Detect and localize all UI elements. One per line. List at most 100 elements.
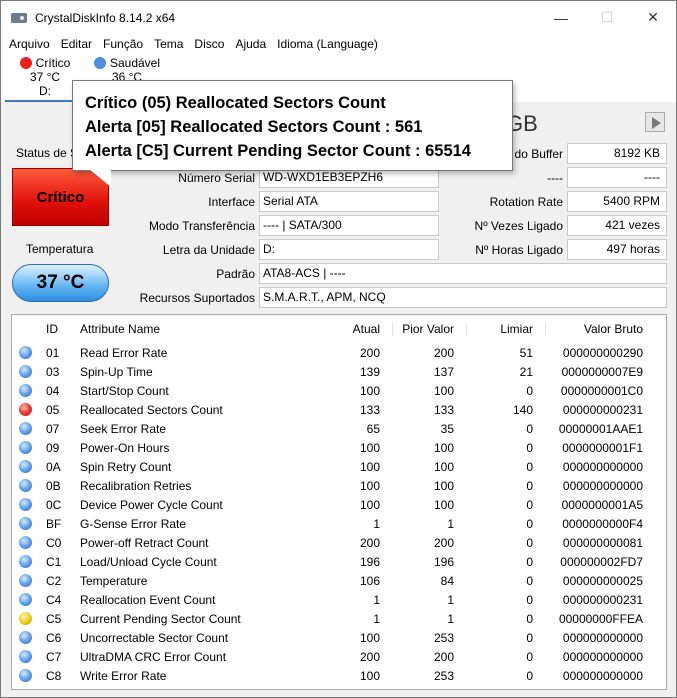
drive-letter-label: Letra da Unidade	[162, 243, 255, 257]
threshold-value: 0	[526, 383, 533, 398]
features-label: Recursos Suportados	[139, 291, 255, 305]
col-id[interactable]: ID	[38, 322, 76, 336]
table-row[interactable]: C5 Current Pending Sector Count 1 1 0 0000000…	[12, 609, 666, 628]
status-cell	[12, 536, 38, 549]
health-status-label: Status de S	[16, 146, 79, 160]
threshold-value: 0	[526, 478, 533, 493]
nv-cache-value: ----	[567, 167, 667, 188]
raw-value: 000000000000	[562, 649, 643, 664]
good-status-icon	[18, 365, 32, 378]
power-on-count-label: Nº Vezes Ligado	[474, 219, 563, 233]
menu-ajuda[interactable]: Ajuda	[235, 37, 266, 51]
attribute-id: 0C	[46, 497, 62, 512]
menu-idioma[interactable]: Idioma (Language)	[277, 37, 378, 51]
transfer-mode-label: Modo Transferência	[148, 219, 255, 233]
threshold-value: 51	[519, 345, 533, 360]
table-row[interactable]: 03 Spin-Up Time 139 137 21 0000000007E9	[12, 362, 666, 381]
table-row[interactable]: BF G-Sense Error Rate 1 1 0 0000000000F4	[12, 514, 666, 533]
table-row[interactable]: C6 Uncorrectable Sector Count 100 253 0 00000…	[12, 628, 666, 647]
current-value: 100	[359, 459, 380, 474]
close-button[interactable]: ✕	[630, 1, 676, 34]
raw-value: 000000000290	[562, 345, 643, 360]
table-row[interactable]: 04 Start/Stop Count 100 100 0 0000000001C0	[12, 381, 666, 400]
current-value: 100	[359, 478, 380, 493]
worst-value: 196	[433, 554, 454, 569]
current-value: 100	[359, 630, 380, 645]
table-row[interactable]: C4 Reallocation Event Count 1 1 0 00000000023…	[12, 590, 666, 609]
worst-value: 200	[433, 345, 454, 360]
col-attribute-name[interactable]: Attribute Name	[76, 322, 272, 336]
attribute-id: C0	[46, 535, 62, 550]
table-row[interactable]: C2 Temperature 106 84 0 000000000025	[12, 571, 666, 590]
worst-value: 1	[447, 516, 454, 531]
table-row[interactable]: 0A Spin Retry Count 100 100 0 000000000000	[12, 457, 666, 476]
worst-value: 1	[447, 611, 454, 626]
table-row[interactable]: C7 UltraDMA CRC Error Count 200 200 0 0000000…	[12, 647, 666, 666]
menu-editar[interactable]: Editar	[61, 37, 92, 51]
attribute-id: C4	[46, 592, 62, 607]
worst-value: 100	[433, 440, 454, 455]
status-cell	[12, 441, 38, 454]
table-row[interactable]: 05 Reallocated Sectors Count 133 133 140 0000…	[12, 400, 666, 419]
temperature-value[interactable]: 37 °C	[12, 264, 109, 302]
attribute-name: Power-off Retract Count	[80, 535, 209, 550]
status-cell	[12, 555, 38, 568]
menu-disco[interactable]: Disco	[194, 37, 224, 51]
col-current[interactable]: Atual	[272, 322, 392, 336]
next-drive-button[interactable]	[645, 112, 665, 132]
attribute-name: Spin-Up Time	[80, 364, 153, 379]
table-row[interactable]: 0C Device Power Cycle Count 100 100 0 0000000…	[12, 495, 666, 514]
good-status-icon	[18, 460, 32, 473]
table-row[interactable]: 0B Recalibration Retries 100 100 0 0000000000…	[12, 476, 666, 495]
power-on-count-value: 421 vezes	[567, 215, 667, 236]
attribute-id: 04	[46, 383, 60, 398]
interface-label: Interface	[208, 195, 255, 209]
col-threshold[interactable]: Limiar	[466, 321, 545, 336]
table-row[interactable]: 01 Read Error Rate 200 200 51 000000000290	[12, 343, 666, 362]
attribute-id: C7	[46, 649, 62, 664]
worst-value: 35	[440, 421, 454, 436]
critical-status-icon	[19, 57, 32, 69]
threshold-value: 0	[526, 421, 533, 436]
maximize-button[interactable]: ☐	[584, 1, 630, 34]
current-value: 65	[366, 421, 380, 436]
worst-value: 253	[433, 630, 454, 645]
attribute-id: C8	[46, 668, 62, 683]
status-cell	[12, 517, 38, 530]
drive-letter-value: D:	[259, 239, 439, 260]
table-row[interactable]: C1 Load/Unload Cycle Count 196 196 0 00000000…	[12, 552, 666, 571]
threshold-value: 0	[526, 535, 533, 550]
minimize-button[interactable]: —	[538, 1, 584, 34]
good-status-icon	[18, 555, 32, 568]
smart-attributes-table[interactable]: ID Attribute Name Atual Pior Valor Limia…	[11, 314, 667, 690]
table-row[interactable]: 07 Seek Error Rate 65 35 0 00000001AAE1	[12, 419, 666, 438]
tooltip-pointer	[89, 169, 111, 187]
table-row[interactable]: 09 Power-On Hours 100 100 0 0000000001F1	[12, 438, 666, 457]
attribute-name: G-Sense Error Rate	[80, 516, 187, 531]
menu-arquivo[interactable]: Arquivo	[9, 37, 50, 51]
col-worst[interactable]: Pior Valor	[392, 321, 466, 336]
attribute-name: UltraDMA CRC Error Count	[80, 649, 227, 664]
good-status-icon	[18, 422, 32, 435]
status-cell	[12, 403, 38, 416]
menu-funcao[interactable]: Função	[103, 37, 143, 51]
good-status-icon	[18, 593, 32, 606]
status-cell	[12, 479, 38, 492]
attribute-name: Recalibration Retries	[80, 478, 192, 493]
attribute-id: 0A	[46, 459, 61, 474]
table-row[interactable]: C0 Power-off Retract Count 200 200 0 00000000…	[12, 533, 666, 552]
current-value: 100	[359, 440, 380, 455]
features-value: S.M.A.R.T., APM, NCQ	[259, 287, 667, 308]
attribute-id: 03	[46, 364, 60, 379]
current-value: 200	[359, 345, 380, 360]
menu-tema[interactable]: Tema	[154, 37, 183, 51]
table-row[interactable]: C8 Write Error Rate 100 253 0 000000000000	[12, 666, 666, 685]
col-raw-value[interactable]: Valor Bruto	[545, 321, 657, 336]
worst-value: 200	[433, 535, 454, 550]
attribute-id: BF	[46, 516, 62, 531]
threshold-value: 0	[526, 440, 533, 455]
menu-bar: Arquivo Editar Função Tema Disco Ajuda I…	[1, 34, 676, 54]
raw-value: 0000000007E9	[561, 364, 643, 379]
attribute-id: 05	[46, 402, 60, 417]
attribute-name: Temperature	[80, 573, 148, 588]
